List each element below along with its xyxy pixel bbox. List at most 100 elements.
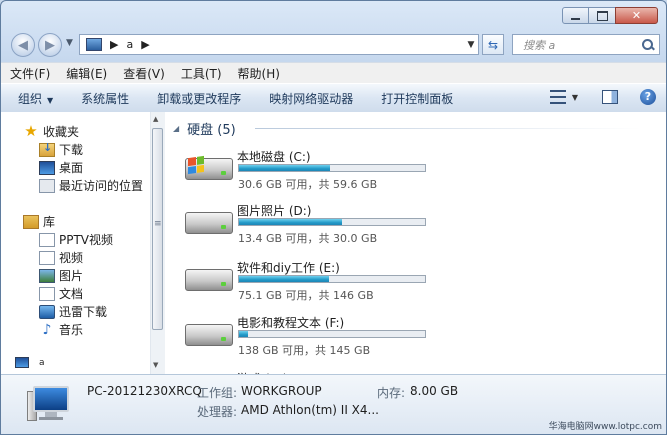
- organize-button[interactable]: 组织 ▼: [18, 90, 53, 107]
- address-bar[interactable]: ▶ a ▶ ▼: [79, 34, 479, 55]
- nav-item-label: 迅雷下载: [59, 305, 108, 319]
- drive-usage-fill: [239, 276, 330, 282]
- nav-scroll-thumb[interactable]: [152, 128, 163, 330]
- content-scrollbar: [649, 112, 666, 374]
- nav-item-downloads[interactable]: 下载: [39, 141, 83, 158]
- computer-icon: [86, 38, 102, 51]
- recent-places-icon: [39, 178, 55, 193]
- desktop-icon: [39, 160, 55, 175]
- back-button[interactable]: ◀: [11, 33, 35, 57]
- drive-usage-bar: [238, 218, 426, 226]
- collapse-icon[interactable]: ◢: [173, 124, 179, 133]
- menu-bar: 文件(F) 编辑(E) 查看(V) 工具(T) 帮助(H): [1, 62, 666, 83]
- drive-usage-fill: [239, 219, 342, 225]
- recent-pages-dropdown[interactable]: ▼: [66, 38, 73, 48]
- drive-name: 本地磁盘 (C:): [237, 150, 311, 164]
- maximize-button[interactable]: [589, 7, 615, 24]
- nav-item-documents[interactable]: 文档: [39, 285, 83, 302]
- forward-button[interactable]: ▶: [38, 33, 62, 57]
- document-icon: [39, 232, 55, 247]
- nav-item-label: 音乐: [59, 323, 84, 337]
- map-network-drive-button[interactable]: 映射网络驱动器: [269, 90, 353, 107]
- nav-item-desktop[interactable]: 桌面: [39, 159, 83, 176]
- details-pane: PC-20121230XRCQ 工作组: WORKGROUP 内存: 8.00 …: [1, 374, 666, 434]
- computer-icon: [27, 383, 71, 427]
- nav-item-label: 图片: [59, 269, 84, 283]
- menu-file[interactable]: 文件(F): [10, 65, 50, 82]
- nav-item-pptv[interactable]: PPTV视频: [39, 231, 113, 248]
- menu-view[interactable]: 查看(V): [123, 65, 165, 82]
- drive-usage-bar: [238, 275, 426, 283]
- picture-icon: [39, 268, 55, 283]
- scroll-up-icon[interactable]: ▲: [153, 115, 158, 123]
- refresh-icon: ⇆: [487, 37, 499, 52]
- nav-item-music[interactable]: ♪ 音乐: [39, 321, 83, 338]
- view-dropdown-icon[interactable]: ▼: [572, 93, 578, 102]
- search-input[interactable]: 搜索 a: [512, 34, 660, 55]
- nav-item-label: 最近访问的位置: [59, 179, 144, 193]
- nav-item-label: 视频: [59, 251, 84, 265]
- preview-pane-icon[interactable]: [602, 90, 618, 104]
- close-icon: ✕: [631, 9, 642, 22]
- group-header-hard-disks[interactable]: ◢ 硬盘 (5): [173, 119, 236, 138]
- help-icon[interactable]: ?: [640, 89, 656, 105]
- menu-help[interactable]: 帮助(H): [238, 65, 280, 82]
- explorer-window: ✕ ◀ ▶ ▼ ▶ a ▶ ▼ ⇆ 搜索 a 文件(F) 编辑(E) 查看(V)…: [0, 0, 667, 435]
- drive-item[interactable]: 软件和diy工作 (E:) 75.1 GB 可用，共 146 GB: [185, 259, 585, 305]
- nav-item-label: PPTV视频: [59, 233, 114, 247]
- workgroup-value: WORKGROUP: [241, 384, 322, 398]
- drive-name: 图片照片 (D:): [237, 204, 312, 218]
- nav-computer[interactable]: a: [15, 357, 45, 368]
- download-folder-icon: [39, 141, 55, 157]
- computer-icon: [15, 357, 29, 368]
- hard-drive-icon: [185, 212, 233, 234]
- drive-usage-bar: [238, 330, 426, 338]
- nav-libraries[interactable]: 库: [23, 213, 55, 230]
- nav-item-label: 桌面: [59, 161, 84, 175]
- memory-label: 内存:: [377, 386, 406, 400]
- refresh-button[interactable]: ⇆: [482, 34, 504, 55]
- breadcrumb-computer[interactable]: a: [126, 38, 133, 51]
- breadcrumb-separator-icon[interactable]: ▶: [141, 38, 149, 51]
- drive-usage-bar: [238, 164, 426, 172]
- system-drive-icon: [185, 155, 233, 180]
- group-title: 硬盘 (5): [187, 123, 236, 138]
- uninstall-program-button[interactable]: 卸载或更改程序: [157, 90, 241, 107]
- nav-favorites-label: 收藏夹: [43, 125, 80, 139]
- drive-usage-fill: [239, 165, 330, 171]
- drive-name: 软件和diy工作 (E:): [237, 261, 340, 275]
- navigation-pane: ★ 收藏夹 下载 桌面 最近访问的位置 库 PPTV视频 视频: [1, 112, 151, 374]
- nav-item-videos[interactable]: 视频: [39, 249, 83, 266]
- drive-item[interactable]: 本地磁盘 (C:) 30.6 GB 可用，共 59.6 GB: [185, 148, 585, 194]
- nav-item-label: 下载: [59, 143, 84, 157]
- nav-item-thunder[interactable]: 迅雷下载: [39, 303, 107, 320]
- system-properties-button[interactable]: 系统属性: [81, 90, 129, 107]
- nav-computer-label: a: [39, 357, 45, 368]
- search-icon[interactable]: [641, 38, 655, 52]
- cpu-value: AMD Athlon(tm) II X4...: [241, 403, 379, 417]
- drive-item[interactable]: 图片照片 (D:) 13.4 GB 可用，共 30.0 GB: [185, 202, 585, 248]
- open-control-panel-button[interactable]: 打开控制面板: [381, 90, 453, 107]
- nav-item-pictures[interactable]: 图片: [39, 267, 83, 284]
- menu-tools[interactable]: 工具(T): [181, 65, 222, 82]
- menu-edit[interactable]: 编辑(E): [66, 65, 107, 82]
- library-icon: [23, 214, 39, 229]
- organize-label: 组织: [18, 91, 43, 106]
- workgroup-label: 工作组:: [197, 386, 238, 400]
- nav-item-recent-places[interactable]: 最近访问的位置: [39, 177, 143, 194]
- nav-scrollbar[interactable]: ▲ ▼: [150, 112, 166, 374]
- scroll-down-icon[interactable]: ▼: [153, 361, 158, 369]
- change-view-icon[interactable]: [549, 90, 566, 104]
- computer-name: PC-20121230XRCQ: [87, 384, 202, 398]
- drive-item[interactable]: 电影和教程文本 (F:) 138 GB 可用，共 145 GB: [185, 314, 585, 360]
- address-dropdown-icon[interactable]: ▼: [464, 40, 478, 50]
- drive-space-info: 138 GB 可用，共 145 GB: [238, 344, 371, 357]
- nav-favorites[interactable]: ★ 收藏夹: [23, 123, 79, 140]
- chevron-down-icon: ▼: [47, 95, 54, 105]
- minimize-button[interactable]: [562, 7, 589, 24]
- star-icon: ★: [24, 121, 38, 140]
- close-button[interactable]: ✕: [615, 7, 658, 24]
- breadcrumb-separator-icon[interactable]: ▶: [110, 38, 118, 51]
- music-icon: ♪: [42, 321, 52, 338]
- thunder-icon: [39, 304, 55, 319]
